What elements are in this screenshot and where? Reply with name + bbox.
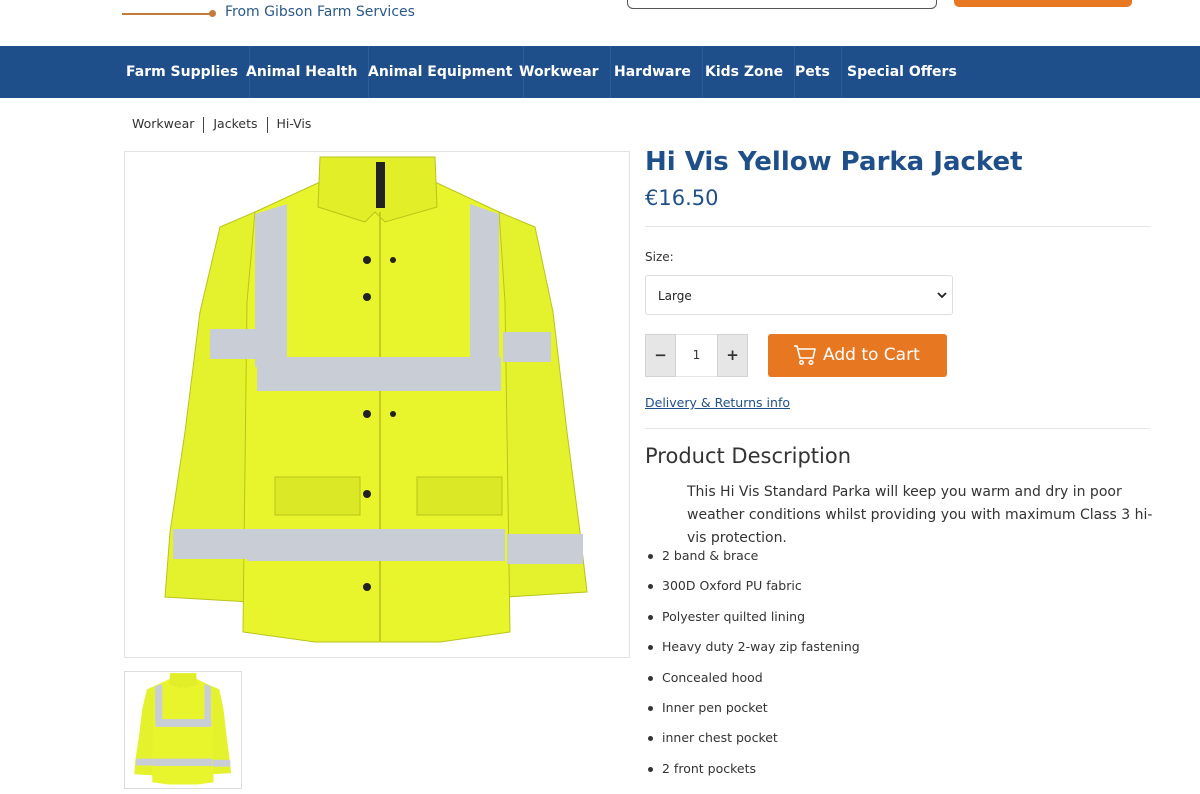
nav-item-animal-equipment[interactable]: Animal Equipment <box>357 46 525 98</box>
list-item: 2 band & brace <box>645 541 860 571</box>
jacket-illustration <box>164 156 588 643</box>
list-item: Heavy duty 2-way zip fastening <box>645 632 860 662</box>
breadcrumb-separator <box>266 116 268 133</box>
size-select[interactable]: Large <box>645 275 953 315</box>
quantity-input[interactable]: 1 <box>676 334 717 377</box>
list-item: inner chest pocket <box>645 723 860 753</box>
breadcrumb: Workwear Jackets Hi-Vis <box>132 116 311 133</box>
add-to-cart-button[interactable]: Add to Cart <box>768 334 947 377</box>
header-button[interactable] <box>954 0 1132 7</box>
nav-item-special-offers[interactable]: Special Offers <box>836 46 968 98</box>
product-price: €16.50 <box>645 186 719 210</box>
quantity-decrease-button[interactable]: − <box>645 334 676 377</box>
logo-line <box>122 13 214 15</box>
cart-icon <box>794 345 816 366</box>
nav-item-kids-zone[interactable]: Kids Zone <box>694 46 796 98</box>
description-text: This Hi Vis Standard Parka will keep you… <box>687 484 1153 546</box>
nav-item-pets[interactable]: Pets <box>784 46 842 98</box>
nav-item-animal-health[interactable]: Animal Health <box>235 46 370 98</box>
feature-list: 2 band & brace 300D Oxford PU fabric Pol… <box>645 541 860 784</box>
logo-dot <box>209 10 216 17</box>
breadcrumb-jackets[interactable]: Jackets <box>213 116 257 131</box>
breadcrumb-separator <box>203 116 205 133</box>
size-label: Size: <box>645 250 674 264</box>
product-image[interactable] <box>124 151 630 658</box>
list-item: Concealed hood <box>645 663 860 693</box>
thumbnail-jacket-illustration <box>134 673 232 785</box>
quantity-stepper: − 1 + <box>645 334 748 377</box>
quantity-increase-button[interactable]: + <box>717 334 748 377</box>
divider <box>645 226 1150 227</box>
divider <box>645 428 1150 429</box>
logo-tagline: From Gibson Farm Services <box>225 4 415 20</box>
list-item: 2 front pockets <box>645 754 860 784</box>
list-item: 300D Oxford PU fabric <box>645 571 860 601</box>
breadcrumb-workwear[interactable]: Workwear <box>132 116 194 131</box>
list-item: Inner pen pocket <box>645 693 860 723</box>
nav-item-hardware[interactable]: Hardware <box>603 46 703 98</box>
search-input[interactable] <box>627 0 937 9</box>
size-selected-value: Large <box>658 289 692 303</box>
breadcrumb-hi-vis[interactable]: Hi-Vis <box>277 116 312 131</box>
add-to-cart-label: Add to Cart <box>823 345 920 365</box>
nav-item-workwear[interactable]: Workwear <box>508 46 611 98</box>
description-heading: Product Description <box>645 444 852 468</box>
main-nav: Farm Supplies Animal Health Animal Equip… <box>0 46 1200 98</box>
product-title: Hi Vis Yellow Parka Jacket <box>645 147 1023 177</box>
list-item: Polyester quilted lining <box>645 602 860 632</box>
nav-item-farm-supplies[interactable]: Farm Supplies <box>115 46 251 98</box>
chevron-down-icon <box>937 292 947 299</box>
product-thumbnail[interactable] <box>124 671 242 789</box>
delivery-returns-link[interactable]: Delivery & Returns info <box>645 395 790 410</box>
